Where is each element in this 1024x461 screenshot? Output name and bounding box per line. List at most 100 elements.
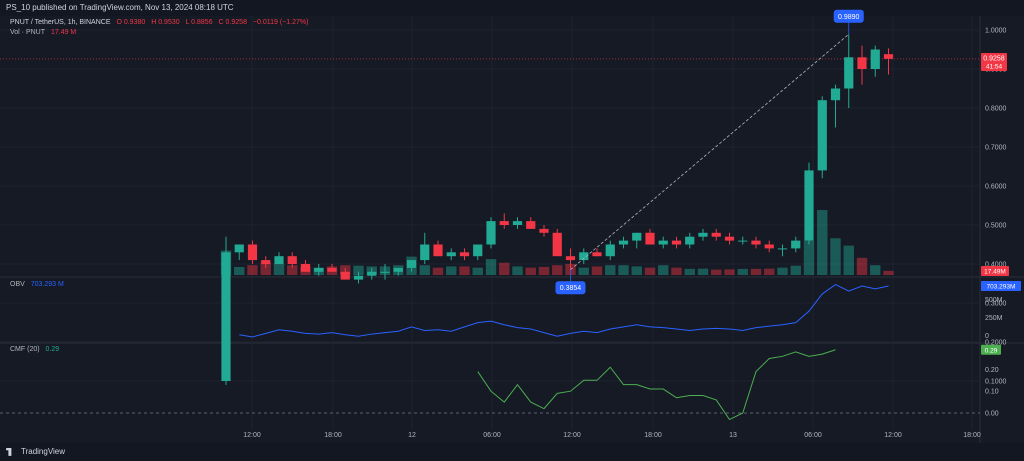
high-value: H 0.9530 bbox=[151, 19, 180, 26]
candle-body bbox=[539, 228, 549, 233]
volume-bar bbox=[631, 266, 642, 275]
x-tick-label: 13 bbox=[729, 432, 737, 439]
y-tick-label: 0.5000 bbox=[985, 223, 1007, 230]
x-tick-label: 12 bbox=[408, 432, 416, 439]
candle-body bbox=[393, 267, 403, 272]
candle-body bbox=[234, 244, 244, 253]
volume-bar bbox=[737, 268, 748, 275]
y-tick-label: 1.0000 bbox=[985, 28, 1007, 35]
candle-body bbox=[804, 170, 814, 241]
volume-bar bbox=[273, 263, 285, 275]
brand-name: TradingView bbox=[21, 447, 66, 456]
y-tick-label: 0.8000 bbox=[985, 106, 1007, 113]
candle-body bbox=[380, 271, 390, 273]
volume-bar bbox=[552, 265, 563, 275]
y-tick-label: 0.6000 bbox=[985, 184, 1007, 191]
volume-bar bbox=[459, 266, 470, 275]
volume-bar bbox=[419, 265, 430, 275]
brand[interactable]: TradingView bbox=[6, 447, 65, 456]
candle-body bbox=[764, 244, 774, 249]
volume-bar bbox=[247, 265, 258, 275]
candle-body bbox=[645, 232, 655, 245]
volume-bar bbox=[856, 257, 868, 275]
candle-body bbox=[406, 260, 417, 268]
volume-value: 17.49 M bbox=[50, 29, 77, 36]
candle-body bbox=[565, 256, 576, 261]
obv-label[interactable]: OBV bbox=[10, 281, 25, 288]
candle-body bbox=[791, 240, 801, 249]
x-tick-label: 12:00 bbox=[563, 432, 581, 439]
cmf-label[interactable]: CMF (20) bbox=[10, 346, 40, 353]
price-tag-countdown: 41:54 bbox=[986, 63, 1003, 70]
obv-tag-value: 703.293M bbox=[987, 284, 1016, 291]
volume-bar bbox=[684, 268, 695, 275]
volume-bar bbox=[446, 266, 457, 275]
bottom-bar bbox=[0, 443, 1024, 461]
candle-body bbox=[353, 275, 364, 280]
volume-bar bbox=[711, 269, 722, 275]
candle-body bbox=[605, 244, 615, 257]
candle-body bbox=[738, 240, 748, 242]
main-legend: PNUT / TetherUS, 1h, BINANCE O 0.9380 H … bbox=[10, 19, 312, 26]
volume-bar bbox=[605, 265, 616, 275]
candle-body bbox=[512, 221, 523, 225]
marker-label: 0.9890 bbox=[838, 14, 860, 21]
x-tick-label: 18:00 bbox=[644, 432, 662, 439]
volume-bar bbox=[618, 265, 629, 275]
price-tag-value: 0.9258 bbox=[983, 55, 1005, 62]
obv-tick-label: 250M bbox=[985, 315, 1003, 322]
volume-bar bbox=[817, 210, 828, 275]
low-value: L 0.8856 bbox=[185, 19, 213, 26]
candle-body bbox=[221, 252, 231, 381]
cmf-tick-label: 0.20 bbox=[985, 367, 999, 374]
candle-body bbox=[499, 221, 509, 225]
candle-body bbox=[274, 256, 284, 264]
chart-area[interactable]: 12:00 18:00 12 06:00 12:00 18:00 13 06:00 12:00 1… bbox=[0, 0, 1024, 461]
candle-body bbox=[883, 54, 894, 59]
obv-tick-label: 0 bbox=[985, 333, 989, 340]
candle-body bbox=[830, 88, 841, 101]
candle-body bbox=[473, 244, 483, 257]
volume-bar bbox=[525, 267, 536, 275]
volume-bar bbox=[764, 268, 775, 275]
volume-bar bbox=[512, 266, 523, 275]
y-tick-label: 0.1000 bbox=[985, 379, 1007, 386]
volume-bar bbox=[485, 259, 497, 275]
volume-bar bbox=[578, 267, 589, 275]
candle-body bbox=[340, 271, 350, 280]
volume-bar bbox=[843, 245, 854, 275]
volume-bar bbox=[671, 267, 682, 275]
cmf-tick-label: 0.10 bbox=[985, 389, 999, 396]
tradingview-logo-icon bbox=[6, 447, 12, 456]
candle-body bbox=[592, 252, 602, 257]
candle-body bbox=[526, 221, 536, 229]
cmf-value: 0.29 bbox=[45, 346, 60, 353]
volume-bar bbox=[472, 267, 483, 275]
candle-body bbox=[446, 252, 456, 257]
candle-body bbox=[817, 100, 827, 171]
candle-body bbox=[300, 264, 311, 272]
candle-body bbox=[671, 240, 682, 245]
cmf-legend: CMF (20) 0.29 bbox=[10, 346, 63, 353]
volume-bar bbox=[234, 266, 245, 275]
volume-tag-value: 17.49M bbox=[984, 269, 1006, 276]
obv-value: 703.293 M bbox=[30, 281, 64, 288]
candle-body bbox=[724, 236, 735, 241]
close-value: C 0.9258 bbox=[218, 19, 247, 26]
symbol-label[interactable]: PNUT / TetherUS, 1h, BINANCE bbox=[10, 19, 111, 26]
candle-body bbox=[459, 252, 470, 257]
y-tick-label: 0.7000 bbox=[985, 145, 1007, 152]
x-tick-label: 18:00 bbox=[963, 432, 981, 439]
candle-body bbox=[685, 236, 695, 245]
volume-bar bbox=[499, 262, 510, 275]
candle-body bbox=[777, 248, 788, 250]
x-tick-label: 06:00 bbox=[483, 432, 501, 439]
cmf-tag-value: 0.29 bbox=[985, 347, 998, 354]
marker-label: 0.3854 bbox=[560, 285, 582, 292]
obv-tick-label: 500M bbox=[985, 297, 1003, 304]
volume-label[interactable]: Vol · PNUT bbox=[10, 29, 45, 36]
candle-body bbox=[698, 232, 708, 237]
volume-bar bbox=[724, 269, 735, 275]
volume-legend: Vol · PNUT 17.49 M bbox=[10, 29, 80, 36]
x-tick-label: 18:00 bbox=[324, 432, 342, 439]
